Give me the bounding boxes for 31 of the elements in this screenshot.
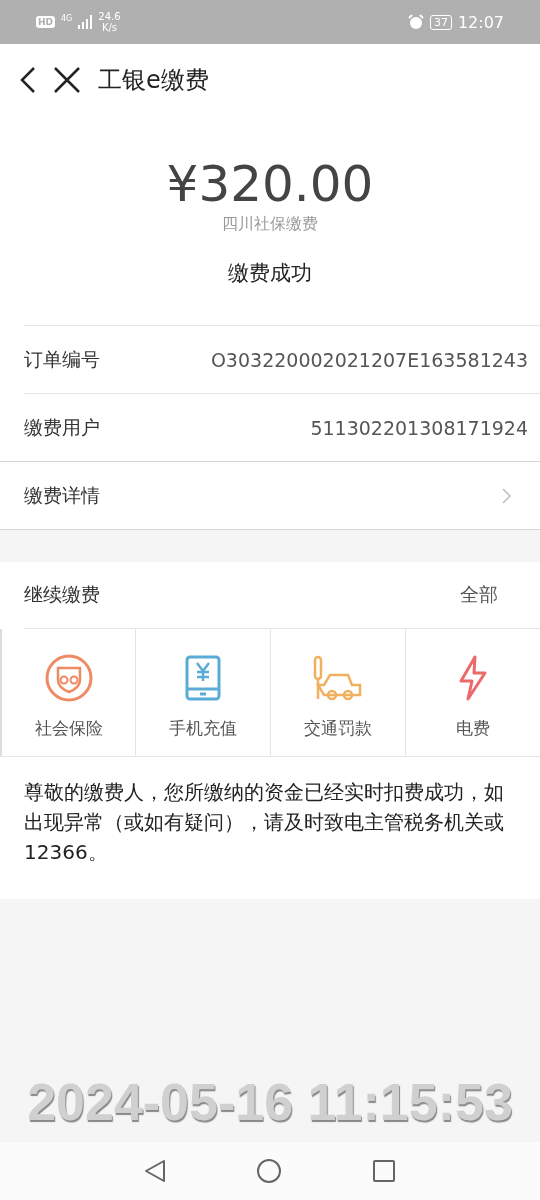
phone-icon xyxy=(185,655,221,701)
info-label: 缴费用户 xyxy=(24,414,100,440)
info-label: 订单编号 xyxy=(24,346,100,372)
payment-status: 缴费成功 xyxy=(228,260,312,287)
section-title: 继续缴费 xyxy=(24,582,100,607)
speed-unit: K/s xyxy=(101,22,117,33)
payment-amount: ¥320.00 xyxy=(166,156,374,212)
info-value: 511302201308171924 xyxy=(310,416,528,439)
clock: 12:07 xyxy=(457,12,504,32)
signal-icon xyxy=(78,15,93,29)
network-type: 4G xyxy=(61,14,73,23)
alarm-icon xyxy=(407,14,424,30)
page-title: 工银e缴费 xyxy=(98,65,209,96)
battery-level: 37 xyxy=(429,14,452,30)
close-icon[interactable] xyxy=(54,67,80,93)
timestamp: 2024-05-16 11:15:53 xyxy=(27,1072,513,1132)
network-speed: 24.6 xyxy=(98,11,121,22)
details-row[interactable]: 缴费详情 xyxy=(0,461,540,530)
all-link[interactable]: 全部 xyxy=(460,582,498,608)
shield-icon xyxy=(43,653,94,703)
back-icon[interactable] xyxy=(20,67,36,93)
hd-icon: HD xyxy=(36,16,55,28)
notice-text: 尊敬的缴费人，您所缴纳的资金已经实时扣费成功，如出现异常（或如有疑问），请及时致电主管税务机关或12366。 xyxy=(23,779,505,866)
chevron-icon xyxy=(502,487,512,504)
lightning-icon xyxy=(458,655,488,701)
home-icon[interactable] xyxy=(256,1158,282,1184)
payment-type: 四川社保缴费 xyxy=(222,214,318,235)
info-value: O303220002021207E163581243 xyxy=(210,348,528,371)
back-nav-icon[interactable] xyxy=(144,1159,166,1183)
recents-icon[interactable] xyxy=(372,1159,396,1183)
traffic-car-icon xyxy=(312,655,364,701)
